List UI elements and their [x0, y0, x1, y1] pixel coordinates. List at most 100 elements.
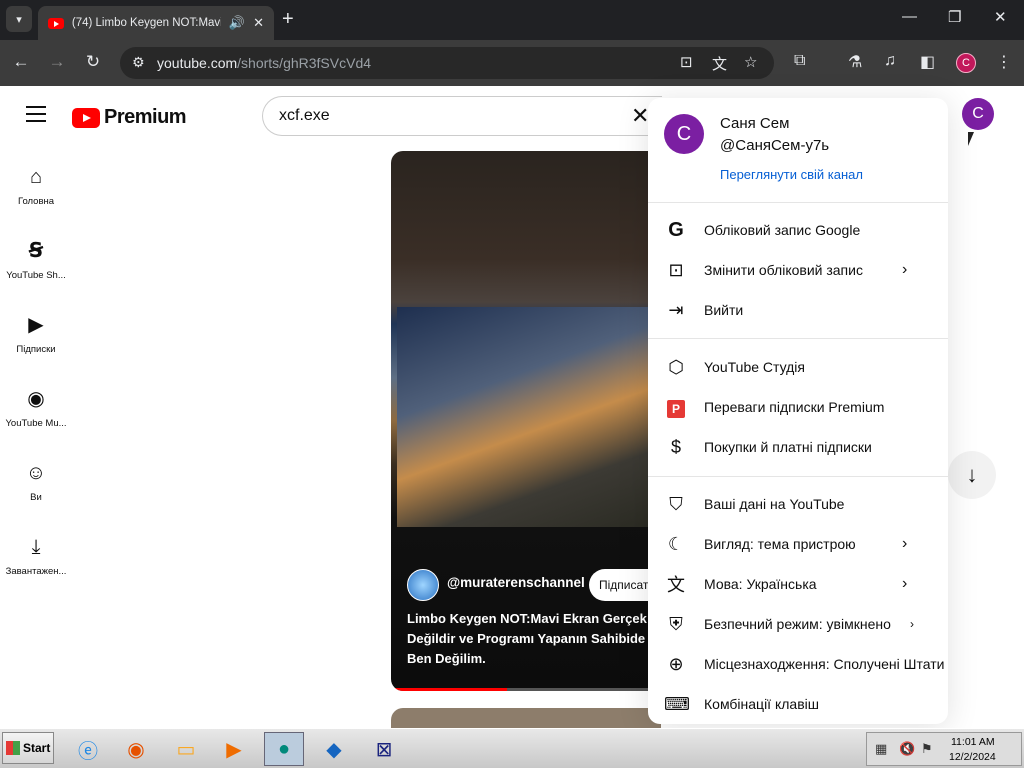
sidebar-item-label: Підписки	[16, 344, 56, 355]
flag-icon[interactable]: ⚑	[921, 741, 933, 757]
search-input[interactable]	[279, 107, 609, 125]
menu-item-google-account[interactable]: G Обліковий запис Google	[648, 210, 948, 250]
menu-item-label: Мова: Українська	[704, 576, 817, 592]
menu-hamburger-icon[interactable]	[26, 106, 46, 127]
sidebar-item-music[interactable]: ◉ YouTube Mu...	[0, 386, 72, 429]
menu-item-sign-out[interactable]: ⇥ Вийти	[648, 290, 948, 330]
channel-name[interactable]: @muraterenschannel	[447, 575, 585, 590]
menu-item-switch-account[interactable]: ⊡ Змінити обліковий запис ›	[648, 250, 948, 290]
new-tab-button[interactable]: +	[282, 8, 294, 31]
clock-date[interactable]: 12/2/2024	[949, 751, 996, 763]
menu-item-label: Ваші дані на YouTube	[704, 496, 845, 512]
media-player-icon[interactable]: ▶	[214, 732, 254, 766]
menu-item-studio[interactable]: ⬡ YouTube Студія	[648, 347, 948, 387]
profile-avatar-button[interactable]: C	[956, 53, 976, 73]
browser-tab[interactable]: (74) Limbo Keygen NOT:Mavi 🔊 ✕	[38, 6, 274, 40]
sidebar-item-you[interactable]: ☺ Ви	[0, 460, 72, 503]
tab-search-button[interactable]: ▾	[6, 6, 32, 32]
menu-item-location[interactable]: ⊕ Місцезнаходження: Сполучені Штати	[648, 644, 948, 684]
next-video-button[interactable]: ↓	[948, 451, 996, 499]
network-icon[interactable]: ▦	[875, 741, 887, 757]
bookmark-star-icon[interactable]: ☆	[744, 53, 757, 71]
channel-avatar[interactable]	[407, 569, 439, 601]
menu-item-appearance[interactable]: ☾ Вигляд: тема пристрою ›	[648, 524, 948, 564]
youtube-logo[interactable]: Premium	[72, 106, 187, 129]
menu-avatar-initial: C	[676, 122, 692, 145]
clear-search-icon[interactable]: ✕	[631, 103, 649, 129]
sidebar-item-label: Головна	[17, 196, 55, 207]
start-button[interactable]: Start	[2, 732, 54, 764]
sidebar-item-shorts[interactable]: Ꞩ YouTube Sh...	[0, 238, 72, 281]
minimize-icon[interactable]: —	[902, 8, 917, 25]
url-text[interactable]: youtube.com/shorts/ghR3fSVcVd4	[157, 55, 371, 71]
appearance-icon: ☾	[667, 533, 685, 554]
forward-button[interactable]: →	[46, 52, 68, 72]
keyboard-icon: ⌨	[664, 693, 690, 714]
switch-account-icon: ⊡	[668, 259, 684, 280]
search-box[interactable]: ✕	[262, 96, 662, 136]
window-close-icon[interactable]: ✕	[994, 8, 1007, 26]
sidebar-item-label: YouTube Mu...	[5, 418, 67, 429]
virtualbox-icon[interactable]: ◆	[314, 732, 354, 766]
chevron-right-icon: ›	[902, 535, 908, 552]
site-info-icon[interactable]: ⚙	[132, 54, 145, 71]
folder-icon[interactable]: ▭	[166, 732, 206, 766]
address-bar[interactable]: ⚙ youtube.com/shorts/ghR3fSVcVd4 ⊡ 文 ☆	[120, 47, 774, 79]
menu-item-purchases[interactable]: $ Покупки й платні підписки	[648, 427, 948, 467]
url-host: youtube.com	[157, 55, 238, 71]
purchases-icon: $	[670, 436, 681, 457]
your-data-icon: ⛉	[669, 493, 683, 514]
volume-muted-icon[interactable]: 🔇	[899, 741, 915, 757]
sidebar-item-subscriptions[interactable]: ▶ Підписки	[0, 312, 72, 355]
xp-vm-icon[interactable]: ⊠	[364, 732, 404, 766]
chevron-right-icon: ›	[902, 261, 908, 278]
mouse-cursor-icon	[968, 132, 974, 146]
sidebar-item-label: Завантажен...	[5, 566, 67, 577]
chevron-right-icon: ›	[902, 575, 908, 592]
windows-flag-icon	[6, 741, 20, 755]
menu-item-your-data[interactable]: ⛉ Ваші дані на YouTube	[648, 484, 948, 524]
view-channel-link[interactable]: Переглянути свій канал	[720, 167, 863, 182]
sidebar-item-label: YouTube Sh...	[6, 270, 66, 281]
menu-item-label: YouTube Студія	[704, 359, 805, 375]
menu-item-premium-benefits[interactable]: P Переваги підписки Premium	[648, 387, 948, 427]
download-icon: ⤓	[31, 536, 41, 558]
video-progress-bar[interactable]	[391, 688, 661, 691]
more-menu-icon[interactable]: ⋮	[996, 52, 1012, 72]
chrome-app-icon[interactable]: ●	[264, 732, 304, 766]
install-app-icon[interactable]: ⊡	[680, 53, 693, 71]
back-button[interactable]: ←	[10, 52, 32, 72]
next-short-preview[interactable]	[391, 708, 661, 728]
profile-initial: C	[962, 57, 970, 69]
language-icon: 文	[667, 575, 685, 595]
restore-icon[interactable]: ❐	[948, 8, 961, 26]
start-label: Start	[23, 741, 51, 755]
menu-item-label: Вигляд: тема пристрою	[704, 536, 856, 552]
progress-fill	[391, 688, 508, 691]
tab-close-icon[interactable]: ✕	[253, 15, 264, 31]
sidebar-item-downloads[interactable]: ⤓ Завантажен...	[0, 534, 72, 577]
side-panel-icon[interactable]: ◧	[920, 52, 935, 72]
account-avatar-button[interactable]: C	[962, 98, 994, 130]
translate-icon[interactable]: 文	[712, 53, 727, 74]
extensions-icon[interactable]: ⧉	[794, 52, 805, 70]
firefox-icon[interactable]: ◉	[116, 732, 156, 766]
browser-toolbar: ← → ↻ ⚙ youtube.com/shorts/ghR3fSVcVd4 ⊡…	[0, 40, 1024, 86]
menu-item-label: Обліковий запис Google	[704, 222, 861, 238]
shorts-video-player[interactable]: @muraterenschannel Підписати Limbo Keyge…	[391, 151, 661, 691]
sidebar-item-home[interactable]: ⌂ Головна	[0, 164, 72, 207]
clock-time[interactable]: 11:01 AM	[951, 736, 995, 748]
system-tray: ▦ 🔇 ⚑ 11:01 AM 12/2/2024	[866, 732, 1022, 766]
menu-item-language[interactable]: 文 Мова: Українська ›	[648, 564, 948, 604]
media-controls-icon[interactable]: ♫	[884, 52, 896, 70]
labs-icon[interactable]: ⚗	[848, 52, 862, 72]
menu-item-keyboard-shortcuts[interactable]: ⌨ Комбінації клавіш	[648, 684, 948, 724]
video-title[interactable]: Limbo Keygen NOT:Mavi Ekran Gerçek Değil…	[407, 609, 651, 669]
internet-explorer-icon[interactable]: ⓔ	[68, 732, 108, 766]
music-icon: ◉	[27, 388, 45, 410]
logo-text: Premium	[104, 106, 187, 128]
reload-button[interactable]: ↻	[82, 52, 104, 72]
menu-item-restricted-mode[interactable]: ⛨ Безпечний режим: увімкнено ›	[648, 604, 948, 644]
speaker-icon[interactable]: 🔊	[229, 15, 245, 31]
chevron-down-icon: ▾	[16, 13, 22, 26]
